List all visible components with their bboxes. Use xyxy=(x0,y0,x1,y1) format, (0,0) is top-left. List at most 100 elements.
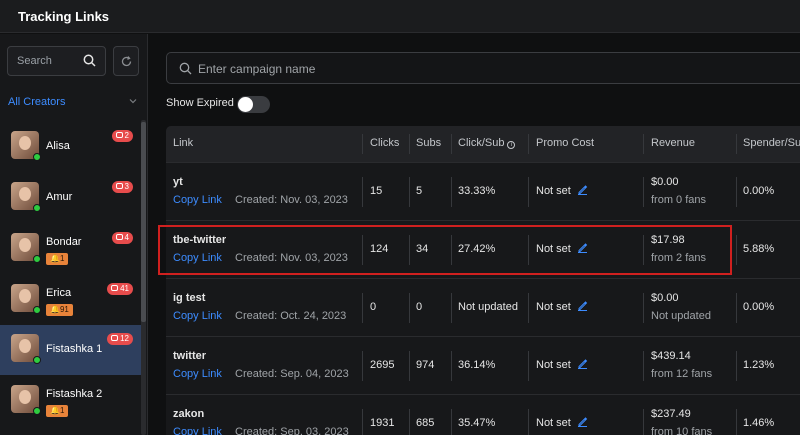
creator-item-erica[interactable]: Erica 🔔91 41 xyxy=(0,275,141,325)
campaign-placeholder: Enter campaign name xyxy=(198,62,316,76)
revenue-fans: from 12 fans xyxy=(651,368,713,380)
click-sub-value: 33.33% xyxy=(458,185,496,197)
tracking-links-table: Link Clicks Subs Click/Sub i Promo Cost R… xyxy=(166,126,800,435)
created-date: Created: Nov. 03, 2023 xyxy=(235,194,348,206)
table-row: ig test Copy Link Created: Oct. 24, 2023… xyxy=(166,278,800,336)
notification-badge: 🔔1 xyxy=(46,405,69,417)
notification-badge: 🔔1 xyxy=(46,253,69,265)
message-count-badge: 4 xyxy=(111,232,133,244)
subs-value: 0 xyxy=(416,301,423,313)
all-creators-filter[interactable]: All Creators xyxy=(8,96,65,108)
message-count-badge: 3 xyxy=(111,181,133,193)
click-sub-value: 36.14% xyxy=(458,359,496,371)
refresh-button[interactable] xyxy=(113,46,139,76)
show-expired-toggle[interactable] xyxy=(237,96,270,113)
scrollbar-thumb[interactable] xyxy=(141,122,146,322)
creator-item-fistashka-2[interactable]: Fistashka 2 🔔1 xyxy=(0,376,141,426)
creator-search-input[interactable]: Search xyxy=(7,46,106,76)
column-header-click-sub[interactable]: Click/Sub i xyxy=(458,137,516,149)
column-header-subs[interactable]: Subs xyxy=(416,137,441,149)
subs-value: 5 xyxy=(416,185,423,197)
revenue-value: $439.14 xyxy=(651,350,691,362)
subs-value: 685 xyxy=(416,417,435,429)
spender-value: 1.23% xyxy=(743,359,775,371)
creator-item-amur[interactable]: Amur 3 xyxy=(0,173,141,223)
spender-value: 0.00% xyxy=(743,301,775,313)
link-name: yt xyxy=(173,176,183,188)
spender-value: 0.00% xyxy=(743,185,775,197)
edit-pencil-icon[interactable] xyxy=(577,358,588,369)
creator-item-fistashka-1[interactable]: Fistashka 1 12 xyxy=(0,325,141,375)
table-header: Link Clicks Subs Click/Sub i Promo Cost R… xyxy=(166,126,800,162)
created-date: Created: Sep. 03, 2023 xyxy=(235,426,349,435)
link-name: ig test xyxy=(173,292,206,304)
creator-name: Fistashka 1 xyxy=(46,343,103,355)
clicks-value: 1931 xyxy=(370,417,395,429)
creator-name: Bondar xyxy=(46,236,82,248)
table-row: zakon Copy Link Created: Sep. 03, 2023 1… xyxy=(166,394,800,435)
copy-link-button[interactable]: Copy Link xyxy=(173,310,222,322)
creator-item-bondar[interactable]: Bondar 🔔1 4 xyxy=(0,224,141,274)
click-sub-value: Not updated xyxy=(458,301,518,313)
table-row: yt Copy Link Created: Nov. 03, 2023 15 5… xyxy=(166,162,800,220)
online-indicator xyxy=(33,306,41,314)
search-placeholder: Search xyxy=(17,55,52,67)
revenue-value: $0.00 xyxy=(651,176,679,188)
search-icon xyxy=(179,62,192,75)
link-name: twitter xyxy=(173,350,206,362)
copy-link-button[interactable]: Copy Link xyxy=(173,368,222,380)
creator-item-alisa[interactable]: Alisa 2 xyxy=(0,122,141,172)
spender-value: 5.88% xyxy=(743,243,775,255)
edit-pencil-icon[interactable] xyxy=(577,184,588,195)
toggle-knob xyxy=(238,97,253,112)
creator-name: Amur xyxy=(46,191,73,203)
creators-sidebar: Search All Creators Alisa 2 Amur 3 Bonda… xyxy=(0,34,148,435)
copy-link-button[interactable]: Copy Link xyxy=(173,194,222,206)
created-date: Created: Oct. 24, 2023 xyxy=(235,310,347,322)
link-name: zakon xyxy=(173,408,205,420)
revenue-fans: Not updated xyxy=(651,310,711,322)
notification-badge: 🔔91 xyxy=(46,304,73,316)
chevron-down-icon[interactable] xyxy=(129,98,137,104)
app-title: Tracking Links xyxy=(18,9,110,24)
copy-link-button[interactable]: Copy Link xyxy=(173,426,222,435)
highlight-box xyxy=(158,225,732,275)
show-expired-label: Show Expired xyxy=(166,97,234,109)
promo-cost-value: Not set xyxy=(536,359,571,371)
revenue-fans: from 10 fans xyxy=(651,426,713,435)
clicks-value: 15 xyxy=(370,185,383,197)
creator-name: Erica xyxy=(46,287,72,299)
subs-value: 974 xyxy=(416,359,435,371)
title-bar: Tracking Links xyxy=(0,0,800,33)
column-header-clicks[interactable]: Clicks xyxy=(370,137,399,149)
creator-name: Alisa xyxy=(46,140,70,152)
edit-pencil-icon[interactable] xyxy=(577,416,588,427)
revenue-fans: from 0 fans xyxy=(651,194,707,206)
column-header-revenue[interactable]: Revenue xyxy=(651,137,695,149)
edit-pencil-icon[interactable] xyxy=(577,300,588,311)
column-header-link[interactable]: Link xyxy=(173,137,193,149)
promo-cost-value: Not set xyxy=(536,185,571,197)
campaign-search-input[interactable]: Enter campaign name xyxy=(166,52,800,84)
promo-cost-value: Not set xyxy=(536,301,571,313)
online-indicator xyxy=(33,356,41,364)
info-icon[interactable]: i xyxy=(507,141,516,149)
refresh-icon xyxy=(121,56,132,67)
clicks-value: 0 xyxy=(370,301,377,313)
spender-value: 1.46% xyxy=(743,417,775,429)
promo-cost-value: Not set xyxy=(536,417,571,429)
online-indicator xyxy=(33,407,41,415)
sidebar-scrollbar[interactable] xyxy=(141,120,146,435)
online-indicator xyxy=(33,255,41,263)
clicks-value: 2695 xyxy=(370,359,395,371)
column-header-promo-cost[interactable]: Promo Cost xyxy=(536,137,594,149)
column-header-spender[interactable]: Spender/Su xyxy=(743,137,800,149)
online-indicator xyxy=(33,204,41,212)
message-count-badge: 2 xyxy=(111,130,133,142)
revenue-value: $237.49 xyxy=(651,408,691,420)
creator-name: Fistashka 2 xyxy=(46,388,103,400)
search-icon[interactable] xyxy=(83,54,96,67)
online-indicator xyxy=(33,153,41,161)
message-count-badge: 41 xyxy=(107,283,133,295)
table-row: twitter Copy Link Created: Sep. 04, 2023… xyxy=(166,336,800,394)
